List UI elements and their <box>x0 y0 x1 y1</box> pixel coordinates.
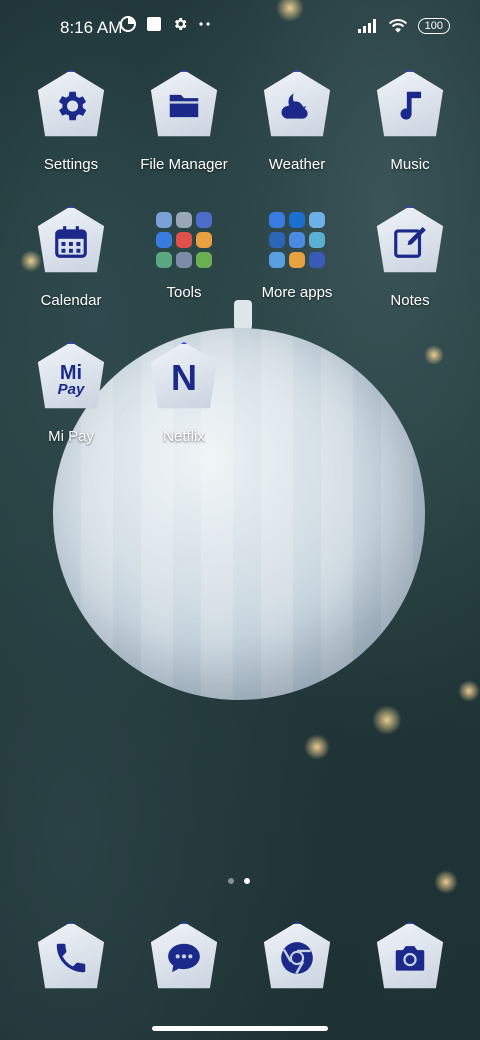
app-netflix[interactable]: N Netflix <box>134 342 234 445</box>
bokeh-light <box>304 734 330 760</box>
clock: 8:16 AM <box>60 18 123 37</box>
mi-pay-icon: Mi Pay <box>37 342 105 409</box>
music-note-icon <box>376 70 444 137</box>
bokeh-light <box>372 705 402 735</box>
folder-grid-icon <box>154 210 214 270</box>
page-dot[interactable] <box>228 878 234 884</box>
app-label: Music <box>390 156 430 173</box>
page-dot-active[interactable] <box>244 878 250 884</box>
bokeh-light <box>434 870 458 894</box>
app-label: More apps <box>261 284 333 301</box>
app-calendar[interactable]: Calendar <box>21 206 121 309</box>
app-music[interactable]: Music <box>360 70 460 173</box>
app-label: Calendar <box>40 292 102 309</box>
app-label: Mi Pay <box>48 428 94 445</box>
app-label: Netflix <box>163 428 205 445</box>
data-saver-icon <box>120 16 136 32</box>
signal-icon <box>357 19 376 33</box>
message-icon <box>150 922 218 989</box>
dock-camera[interactable] <box>360 922 460 994</box>
camera-icon <box>376 922 444 989</box>
app-weather[interactable]: Weather <box>247 70 347 173</box>
dock-phone[interactable] <box>21 922 121 994</box>
notification-square-icon <box>147 17 161 31</box>
battery-indicator: 100 <box>417 18 450 34</box>
dock-messages[interactable] <box>134 922 234 994</box>
netflix-icon: N <box>150 342 218 409</box>
folder-more-apps[interactable]: More apps <box>247 206 347 301</box>
folder-grid-icon <box>267 210 327 270</box>
gear-icon <box>174 18 187 30</box>
folder-icon <box>150 70 218 137</box>
ornament-cap <box>234 300 252 330</box>
dock-chrome[interactable] <box>247 922 347 994</box>
app-notes[interactable]: Notes <box>360 206 460 309</box>
netflix-logo: N <box>171 357 197 398</box>
phone-icon <box>37 922 105 989</box>
folder-tools[interactable]: Tools <box>134 206 234 301</box>
bokeh-light <box>424 345 444 365</box>
app-mi-pay[interactable]: Mi Pay Mi Pay <box>21 342 121 445</box>
app-settings[interactable]: Settings <box>21 70 121 173</box>
gesture-home-bar[interactable] <box>152 1026 328 1031</box>
wifi-icon <box>388 19 407 33</box>
app-label: Notes <box>390 292 430 309</box>
app-label: File Manager <box>140 156 228 173</box>
app-label: Settings <box>43 156 99 173</box>
app-label: Tools <box>166 284 202 301</box>
chrome-icon <box>263 922 331 989</box>
app-label: Weather <box>268 156 326 173</box>
cloud-moon-icon <box>263 70 331 137</box>
mi-pay-logo-line1: Mi <box>59 362 83 384</box>
gear-icon <box>37 70 105 137</box>
edit-icon <box>376 206 444 273</box>
app-file-manager[interactable]: File Manager <box>134 70 234 173</box>
mi-pay-logo-line2: Pay <box>57 381 85 398</box>
page-indicator <box>228 878 250 884</box>
status-bar: 8:16 AM 100 <box>0 0 480 56</box>
bokeh-light <box>458 680 480 702</box>
more-icon <box>199 22 210 26</box>
calendar-icon <box>37 206 105 273</box>
